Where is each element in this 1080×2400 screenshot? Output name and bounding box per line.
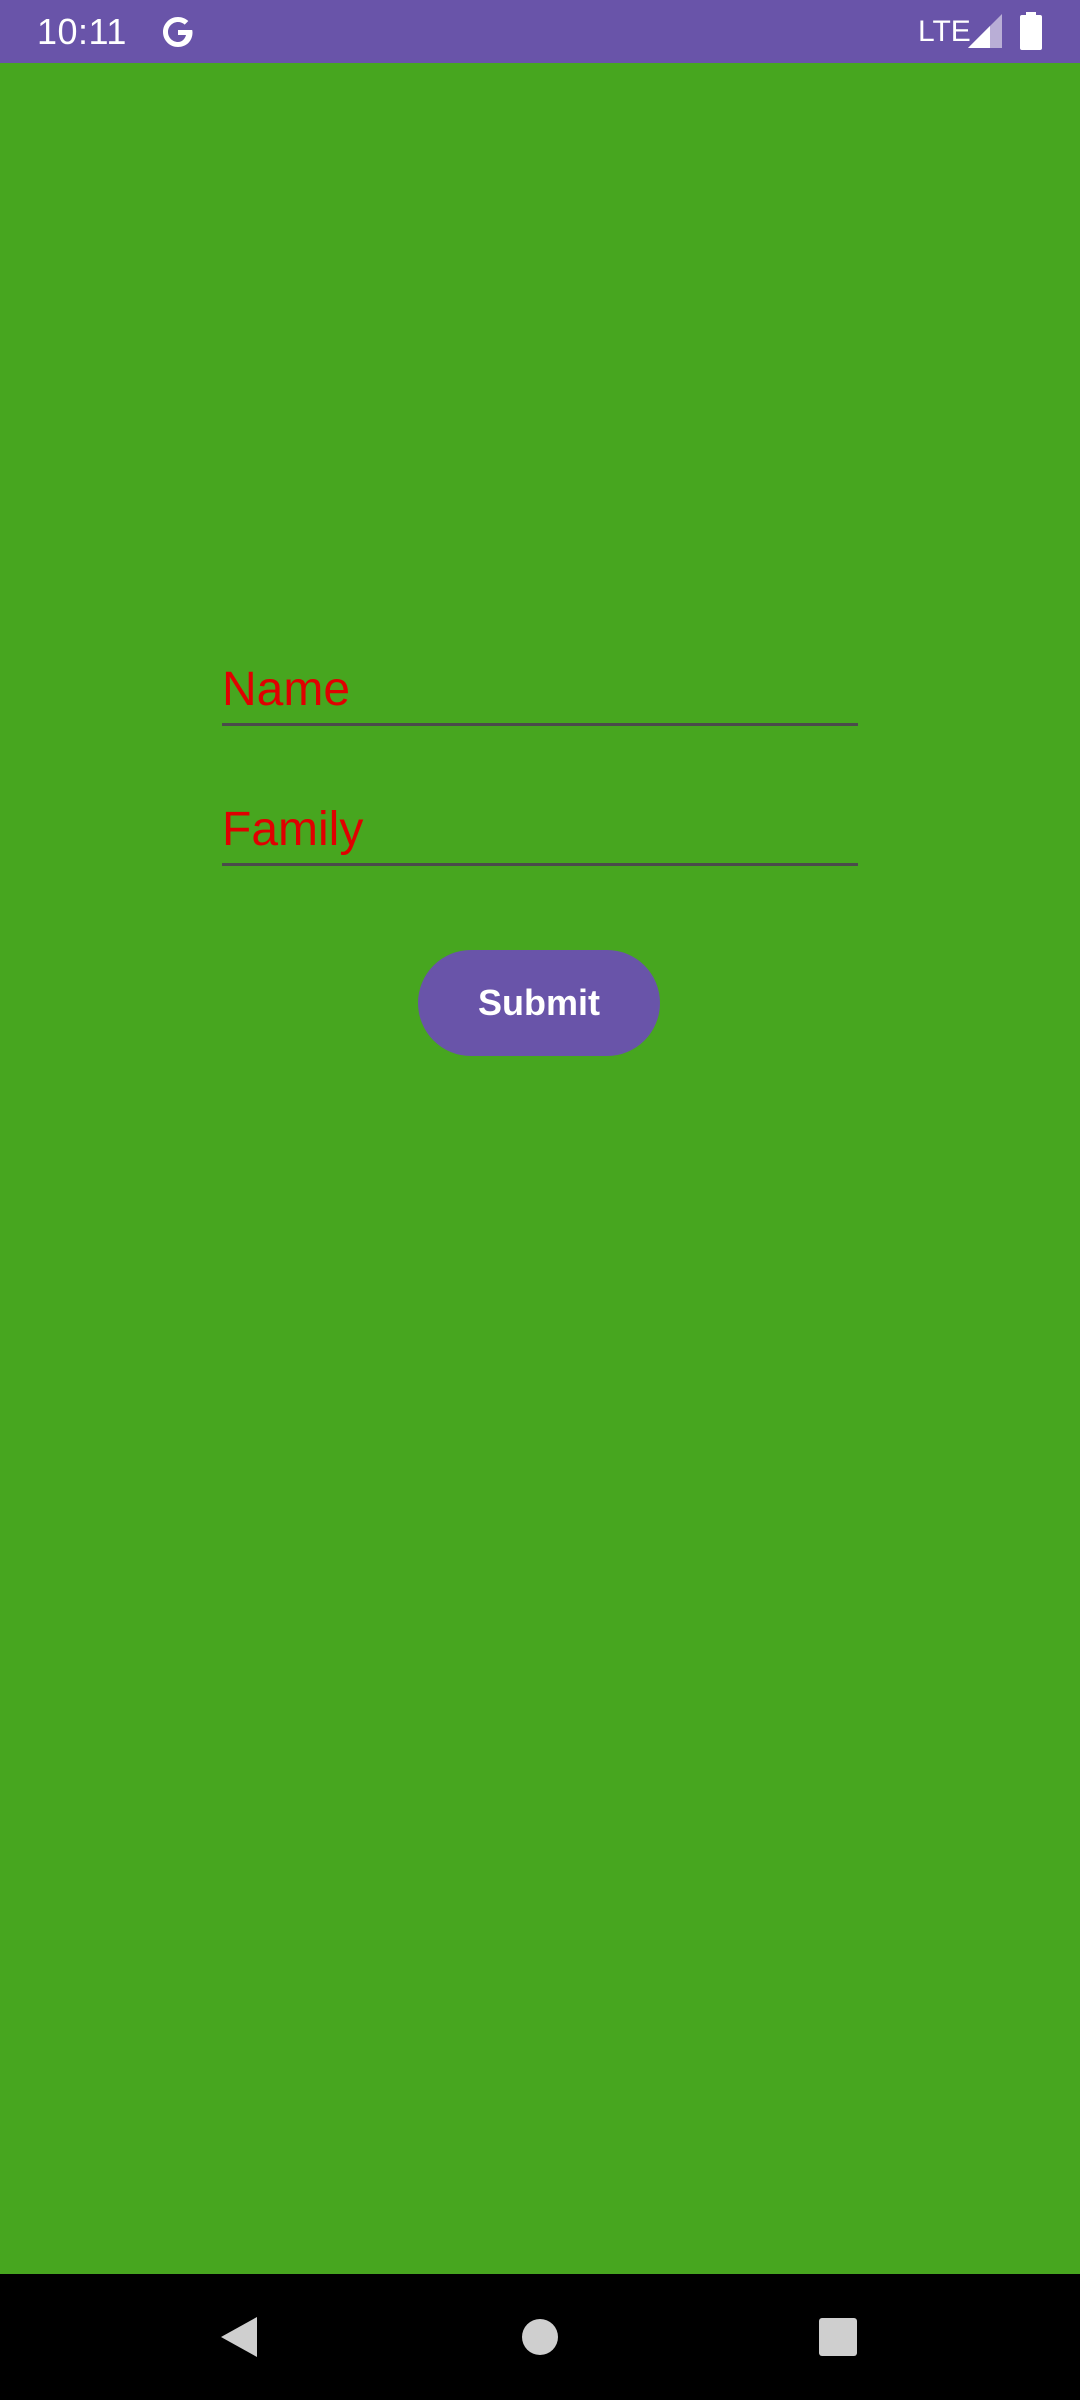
name-field xyxy=(222,646,858,726)
family-field-underline xyxy=(222,863,858,866)
google-g-icon xyxy=(158,12,198,52)
home-icon[interactable] xyxy=(505,2302,575,2372)
family-input[interactable] xyxy=(222,786,858,862)
recents-icon[interactable] xyxy=(803,2302,873,2372)
submit-button[interactable]: Submit xyxy=(418,950,660,1056)
signal-icon xyxy=(968,14,1004,48)
app-screen: 10:11 LTE Submit xyxy=(0,0,1080,2400)
battery-icon xyxy=(1020,12,1042,50)
family-field xyxy=(222,786,858,866)
navigation-bar xyxy=(0,2274,1080,2400)
network-type-label: LTE xyxy=(918,15,971,48)
status-bar: 10:11 LTE xyxy=(0,0,1080,63)
name-input[interactable] xyxy=(222,646,858,722)
name-field-underline xyxy=(222,723,858,726)
status-time: 10:11 xyxy=(37,11,127,52)
back-icon[interactable] xyxy=(204,2302,274,2372)
